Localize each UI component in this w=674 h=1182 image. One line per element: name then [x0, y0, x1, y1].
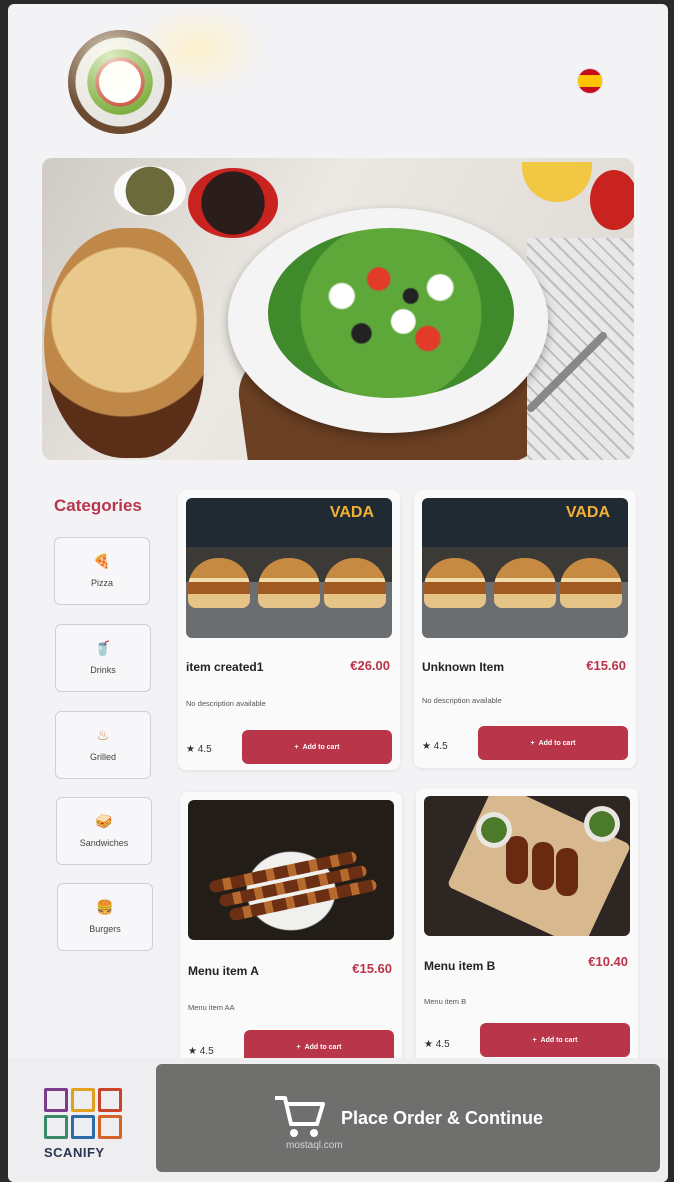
- product-description: No description available: [186, 699, 266, 708]
- product-image: [188, 800, 394, 940]
- product-price: €10.40: [588, 954, 628, 969]
- plus-icon: +: [532, 1036, 537, 1044]
- category-grilled[interactable]: ♨ Grilled: [55, 711, 151, 779]
- product-description: No description available: [422, 696, 502, 705]
- add-to-cart-button[interactable]: + Add to cart: [478, 726, 628, 760]
- product-name: item created1: [186, 660, 264, 674]
- drink-icon: 🥤: [94, 640, 112, 656]
- product-rating: ★ 4.5: [188, 1046, 214, 1057]
- watermark: mostaql.com: [286, 1140, 343, 1151]
- add-to-cart-button[interactable]: + Add to cart: [242, 730, 392, 764]
- product-card[interactable]: Menu item A €15.60 Menu item AA ★ 4.5 + …: [180, 792, 402, 1072]
- product-card[interactable]: VADA item created1 €26.00 No description…: [178, 490, 400, 770]
- language-flag-icon[interactable]: [578, 69, 602, 93]
- product-description: Menu item AA: [188, 1003, 235, 1012]
- plus-icon: +: [296, 1043, 301, 1051]
- product-image: [424, 796, 630, 936]
- product-price: €15.60: [586, 658, 626, 673]
- product-card[interactable]: VADA Unknown Item €15.60 No description …: [414, 490, 636, 768]
- product-description: Menu item B: [424, 997, 467, 1006]
- product-image: VADA: [422, 498, 628, 638]
- category-pizza[interactable]: 🍕 Pizza: [54, 537, 150, 605]
- brand-name: SCANIFY: [44, 1145, 105, 1160]
- sandwich-icon: 🥪: [95, 813, 113, 829]
- kiosk-screen: Categories 🍕 Pizza 🥤 Drinks ♨ Grilled 🥪 …: [8, 4, 668, 1182]
- checkout-footer: SCANIFY Place Order & Continue: [8, 1058, 668, 1182]
- pizza-icon: 🍕: [93, 553, 111, 569]
- product-image: VADA: [186, 498, 392, 638]
- category-drinks[interactable]: 🥤 Drinks: [55, 624, 151, 692]
- product-price: €26.00: [350, 658, 390, 673]
- scanify-logo-icon: [44, 1088, 134, 1139]
- plus-icon: +: [294, 743, 299, 751]
- product-price: €15.60: [352, 961, 392, 976]
- product-name: Unknown Item: [422, 660, 505, 674]
- product-rating: ★ 4.5: [186, 744, 212, 755]
- plus-icon: +: [530, 739, 535, 747]
- place-order-button[interactable]: Place Order & Continue: [156, 1064, 660, 1172]
- product-name: Menu item B: [424, 959, 496, 973]
- category-sandwiches[interactable]: 🥪 Sandwiches: [56, 797, 152, 865]
- product-rating: ★ 4.5: [422, 741, 448, 752]
- cart-icon: [273, 1094, 327, 1143]
- product-rating: ★ 4.5: [424, 1039, 450, 1050]
- restaurant-logo: [68, 30, 172, 134]
- grill-icon: ♨: [96, 727, 110, 743]
- burger-icon: 🍔: [96, 899, 114, 915]
- categories-title: Categories: [54, 496, 142, 515]
- product-card[interactable]: Menu item B €10.40 Menu item B ★ 4.5 + A…: [416, 788, 638, 1068]
- category-burgers[interactable]: 🍔 Burgers: [57, 883, 153, 951]
- hero-banner-image: [42, 158, 634, 460]
- product-name: Menu item A: [188, 964, 259, 978]
- add-to-cart-button[interactable]: + Add to cart: [480, 1023, 630, 1057]
- brand-logo: SCANIFY: [44, 1088, 134, 1160]
